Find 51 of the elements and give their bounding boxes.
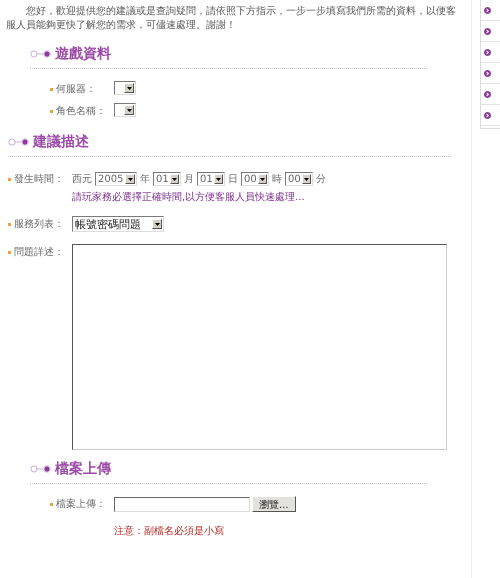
field-label: 檔案上傳：: [56, 498, 106, 511]
unit-label: 西元: [72, 173, 92, 186]
field-label: 發生時間：: [14, 172, 64, 186]
field-label: 何服器：: [56, 83, 96, 96]
section-title: 檔案上傳: [55, 460, 111, 478]
hint-text: 請玩家務必選擇正確時間,以方便客服人員快速處理...: [72, 190, 306, 204]
caret-icon: [216, 178, 221, 180]
unit-label: 月: [184, 173, 194, 186]
arrow-icon: [484, 112, 491, 118]
bullet-icon: [50, 110, 53, 112]
arrow-icon: [484, 70, 491, 76]
field-label: 問題詳述：: [14, 246, 64, 259]
caret-icon: [260, 178, 265, 180]
bullet-icon: [8, 137, 30, 147]
select-field[interactable]: 01: [153, 172, 181, 186]
select-field[interactable]: 帳號密碼問題: [72, 216, 164, 232]
caret-icon: [126, 108, 132, 112]
bullet-icon: [8, 250, 11, 254]
field-label: 角色名稱：: [56, 105, 106, 118]
arrow-icon: [484, 28, 491, 34]
note-text: 注意：副檔名必須是小寫: [114, 524, 225, 538]
select-field[interactable]: [114, 81, 136, 95]
arrow-icon: [484, 90, 491, 98]
select-field[interactable]: 00: [285, 172, 313, 186]
bullet-icon: [8, 178, 11, 180]
intro-text: 您好，歡迎提供您的建議或是查詢疑問，請依照下方指示，一步一步填寫我們所需的資料，以便客服人員能夠更快了解您的需求，可儘速處理。謝謝！: [6, 5, 457, 33]
section-title: 建議描述: [33, 133, 89, 151]
field-label: 服務列表：: [14, 218, 64, 231]
caret-icon: [126, 86, 132, 90]
bullet-icon: [50, 88, 53, 90]
arrow-icon: [484, 48, 491, 56]
arrow-icon: [484, 6, 491, 14]
browse-button[interactable]: 瀏覽...: [252, 496, 296, 512]
unit-label: 年: [140, 173, 150, 186]
unit-label: 時: [272, 172, 282, 186]
unit-label: 日: [228, 173, 238, 186]
bullet-icon: [30, 464, 52, 474]
caret-icon: [154, 222, 160, 226]
unit-label: 分: [316, 173, 326, 186]
file-field[interactable]: [114, 496, 250, 512]
select-field[interactable]: 00: [241, 172, 269, 186]
select-field[interactable]: 2005: [95, 172, 137, 186]
caret-icon: [172, 178, 177, 180]
bullet-icon: [8, 222, 11, 226]
select-field[interactable]: 01: [197, 172, 225, 186]
caret-icon: [128, 178, 132, 180]
bullet-icon: [30, 49, 52, 59]
section-title: 遊戲資料: [55, 45, 111, 63]
caret-icon: [304, 178, 309, 180]
select-field[interactable]: [114, 103, 136, 117]
bullet-icon: [50, 502, 53, 506]
